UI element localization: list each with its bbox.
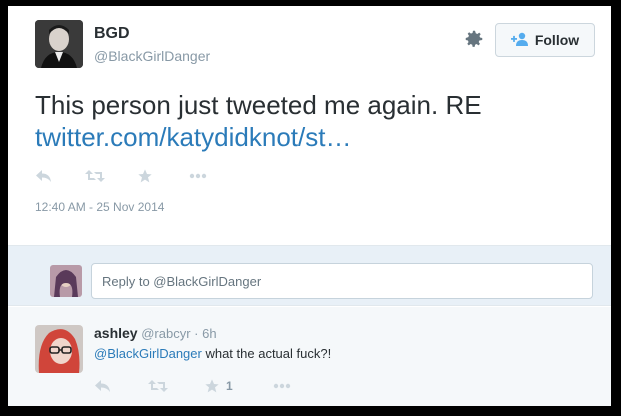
reply-author-handle[interactable]: @rabcyr xyxy=(141,326,190,341)
tweet-link[interactable]: twitter.com/katydidknot/st… xyxy=(35,121,595,153)
follow-button[interactable]: Follow xyxy=(495,23,595,57)
author-display-name[interactable]: BGD xyxy=(94,25,130,43)
settings-gear-icon[interactable] xyxy=(463,28,485,50)
tweet-frame: BGD @BlackGirlDanger Follow This person … xyxy=(8,6,611,406)
reply-age[interactable]: 6h xyxy=(202,326,216,341)
more-icon[interactable] xyxy=(189,173,207,179)
reply-input[interactable]: Reply to @BlackGirlDanger xyxy=(91,263,593,299)
reply-text: @BlackGirlDanger what the actual fuck?! xyxy=(94,346,331,361)
tweet-actions xyxy=(35,166,207,186)
reply-author-name[interactable]: ashley xyxy=(94,325,138,341)
current-user-avatar xyxy=(50,265,82,297)
retweet-icon[interactable] xyxy=(148,379,168,393)
reply-header: ashley @rabcyr · 6h xyxy=(94,325,217,341)
add-user-icon xyxy=(510,32,529,49)
follow-button-label: Follow xyxy=(534,32,580,48)
tweet-text: This person just tweeted me again. RE tw… xyxy=(35,89,595,153)
reply-actions: 1 xyxy=(94,377,291,395)
reply-mention[interactable]: @BlackGirlDanger xyxy=(94,346,202,361)
reply-tweet: ashley @rabcyr · 6h @BlackGirlDanger wha… xyxy=(8,307,611,406)
favorite-count: 1 xyxy=(226,379,233,393)
main-tweet: BGD @BlackGirlDanger Follow This person … xyxy=(8,6,611,245)
reply-icon[interactable] xyxy=(35,169,53,183)
reply-bar: Reply to @BlackGirlDanger xyxy=(8,245,611,306)
favorite-star-icon[interactable] xyxy=(137,168,153,184)
author-avatar[interactable] xyxy=(35,20,83,68)
reply-body: what the actual fuck?! xyxy=(201,346,332,361)
tweet-timestamp[interactable]: 12:40 AM - 25 Nov 2014 xyxy=(35,200,164,214)
tweet-body: This person just tweeted me again. RE xyxy=(35,90,482,120)
author-handle[interactable]: @BlackGirlDanger xyxy=(94,48,210,64)
reply-author-avatar[interactable] xyxy=(35,325,83,373)
reply-icon[interactable] xyxy=(94,379,112,393)
more-icon[interactable] xyxy=(273,383,291,389)
reply-dot: · xyxy=(194,326,199,341)
favorite-star-icon[interactable]: 1 xyxy=(204,378,233,394)
retweet-icon[interactable] xyxy=(85,169,105,183)
